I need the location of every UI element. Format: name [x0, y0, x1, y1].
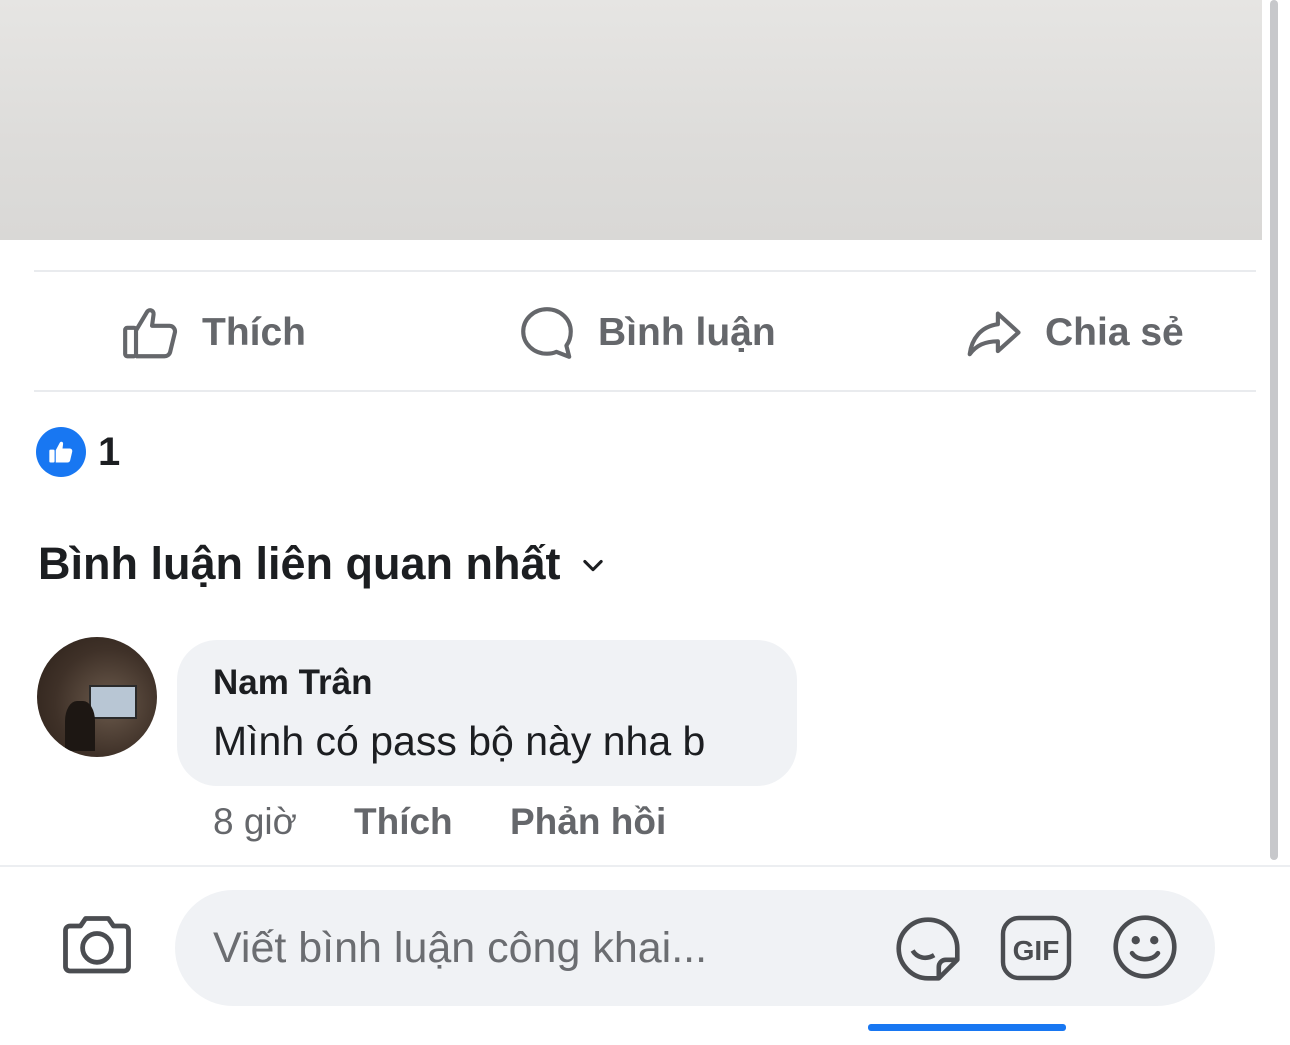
avatar-person: [65, 701, 95, 751]
like-button[interactable]: Thích: [120, 290, 306, 375]
comment-sort-dropdown[interactable]: Bình luận liên quan nhất: [38, 538, 607, 590]
comment-button[interactable]: Bình luận: [516, 290, 776, 375]
comment-bubble-icon: [516, 302, 578, 364]
post-photo[interactable]: [0, 0, 1262, 240]
gif-button[interactable]: GIF: [1000, 915, 1072, 986]
home-indicator: [868, 1024, 1066, 1031]
share-label: Chia sẻ: [1045, 310, 1184, 354]
comment-author[interactable]: Nam Trân: [213, 663, 373, 703]
chevron-down-icon: [579, 538, 607, 590]
divider-bottom: [34, 390, 1256, 392]
reaction-summary[interactable]: 1: [36, 427, 120, 477]
comment-reply-link[interactable]: Phản hồi: [510, 801, 666, 843]
post-action-bar: Thích Bình luận Chia sẻ: [0, 290, 1262, 375]
avatar-monitor: [89, 685, 137, 719]
avatar[interactable]: [37, 637, 157, 757]
camera-icon[interactable]: [58, 908, 136, 985]
comment-timestamp[interactable]: 8 giờ: [213, 801, 297, 843]
divider-top: [34, 270, 1256, 272]
comment-label: Bình luận: [598, 310, 776, 354]
comment-sort-label: Bình luận liên quan nhất: [38, 538, 561, 589]
reaction-count: 1: [98, 429, 121, 474]
share-button[interactable]: Chia sẻ: [963, 290, 1184, 375]
sticker-icon[interactable]: [890, 912, 966, 991]
comment-text: Mình có pass bộ này nha b: [213, 718, 706, 764]
share-arrow-icon: [963, 302, 1025, 364]
comment-like-link[interactable]: Thích: [354, 801, 453, 843]
like-label: Thích: [202, 310, 306, 354]
thumbs-up-icon: [120, 302, 182, 364]
emoji-icon[interactable]: [1108, 910, 1182, 989]
like-reaction-icon: [36, 427, 86, 477]
gif-label: GIF: [1013, 935, 1060, 966]
scrollbar[interactable]: [1270, 0, 1278, 860]
